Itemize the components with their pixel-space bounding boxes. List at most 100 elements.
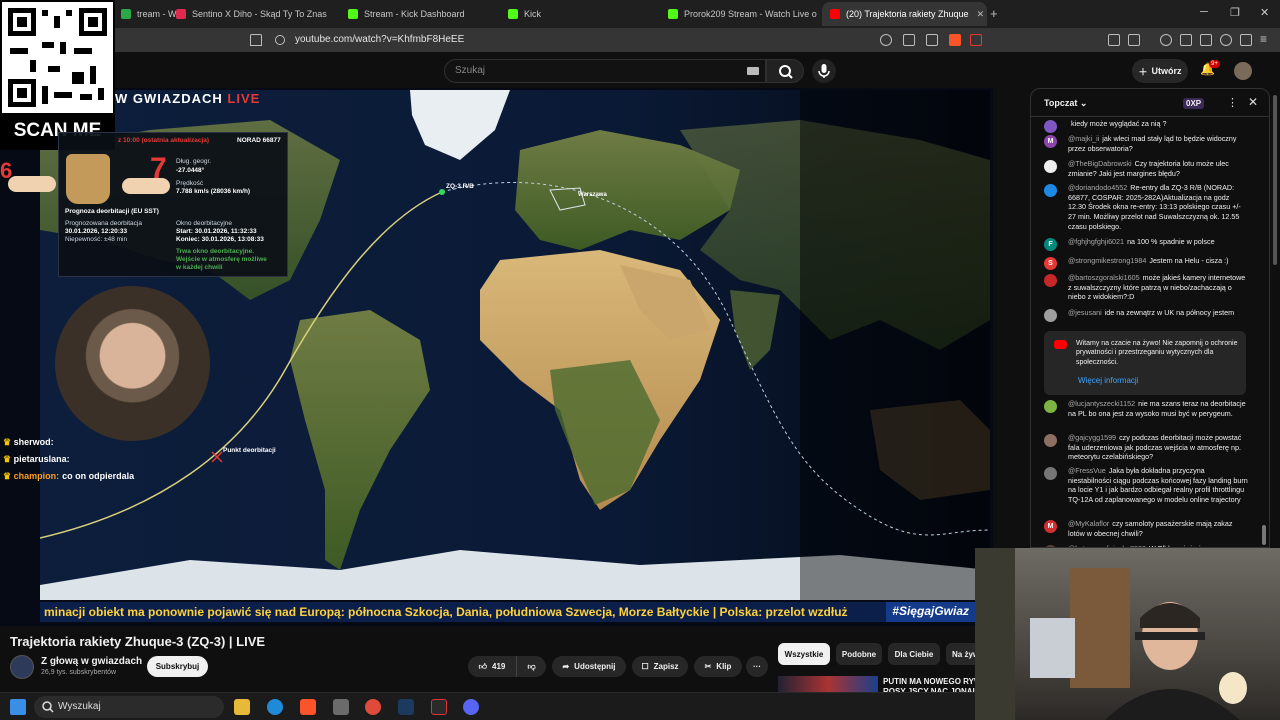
- obs-icon[interactable]: [431, 699, 447, 715]
- browser-tab[interactable]: Stream - Kick Dashboard: [340, 2, 500, 26]
- minimize-button[interactable]: ─: [1200, 6, 1208, 18]
- share-icon[interactable]: [926, 34, 938, 46]
- music-icon[interactable]: [1160, 34, 1172, 46]
- live-word: LIVE: [227, 91, 261, 106]
- browser-tab[interactable]: Prorok209 Stream - Watch Live o: [660, 2, 820, 26]
- subscribe-button[interactable]: Subskrybuj: [147, 656, 208, 677]
- recommendation-title[interactable]: PUTIN MA NOWEGO RYW: [883, 677, 982, 686]
- channel-avatar[interactable]: [10, 655, 34, 679]
- chat-author[interactable]: @doriandodo4552: [1068, 183, 1127, 192]
- address-bar: youtube.com/watch?v=KhfmbF8HeEE ≡: [0, 28, 1280, 52]
- url-field[interactable]: youtube.com/watch?v=KhfmbF8HeEE: [295, 34, 464, 45]
- keyboard-icon[interactable]: [747, 67, 759, 75]
- brave-rewards-icon[interactable]: [970, 34, 982, 46]
- bookmark-icon[interactable]: [250, 34, 262, 46]
- file-explorer-icon[interactable]: [234, 699, 250, 715]
- chat-scrollbar[interactable]: [1262, 525, 1266, 545]
- tab-title: Prorok209 Stream - Watch Live o: [684, 9, 817, 19]
- browser-tab[interactable]: Sentino X Diho - Skąd Ty To Znas: [168, 2, 338, 26]
- tab-favicon-icon: [668, 9, 678, 19]
- search-button[interactable]: [766, 59, 804, 83]
- voice-search-button[interactable]: [812, 59, 836, 83]
- site-info-icon[interactable]: [275, 35, 285, 45]
- cast-icon[interactable]: [903, 34, 915, 46]
- right-hand-icon: [122, 178, 170, 194]
- user-avatar[interactable]: [1234, 62, 1252, 80]
- brave-shield-icon[interactable]: [949, 34, 961, 46]
- scissors-icon: ✂: [704, 662, 712, 671]
- chat-avatar[interactable]: [1044, 160, 1057, 173]
- notice-link[interactable]: Więcej informacji: [1078, 376, 1138, 385]
- new-tab-button[interactable]: +: [990, 6, 998, 21]
- chat-author[interactable]: @jesusani: [1068, 308, 1102, 317]
- windows-start-icon[interactable]: [10, 699, 26, 715]
- discord-icon[interactable]: [463, 699, 479, 715]
- save-button[interactable]: ☐ Zapisz: [632, 656, 688, 677]
- chat-close-icon[interactable]: ✕: [1248, 95, 1258, 109]
- chat-avatar[interactable]: [1044, 120, 1057, 133]
- app-icon[interactable]: [333, 699, 349, 715]
- more-actions-button[interactable]: ···: [746, 656, 768, 677]
- like-button[interactable]: 👍︎ 419: [468, 656, 516, 677]
- share-label: Udostępnij: [574, 662, 616, 671]
- chat-avatar[interactable]: [1044, 184, 1057, 197]
- taskbar-search-input[interactable]: Wyszukaj: [34, 696, 224, 718]
- chip-related[interactable]: Podobne: [836, 643, 882, 665]
- extensions-icon[interactable]: [1108, 34, 1120, 46]
- steam-icon[interactable]: [398, 699, 414, 715]
- chat-author[interactable]: @bartoszgoralski1605: [1068, 273, 1140, 282]
- chip-all[interactable]: Wszystkie: [778, 643, 830, 665]
- sidebar-icon[interactable]: [1180, 34, 1192, 46]
- tab-close-icon[interactable]: ✕: [977, 9, 985, 20]
- screenshot-icon[interactable]: [1128, 34, 1140, 46]
- browser-tab-bar: tream - W Sentino X Diho - Skąd Ty To Zna…: [0, 0, 1280, 28]
- chat-author[interactable]: @majki_ii: [1068, 134, 1099, 143]
- chat-mode-dropdown[interactable]: Topczat ⌄: [1044, 98, 1087, 109]
- chat-avatar[interactable]: [1044, 400, 1057, 413]
- chat-author[interactable]: @FressVue: [1068, 466, 1106, 475]
- chat-author[interactable]: @lucjantyszecki1152: [1068, 399, 1135, 408]
- channel-name[interactable]: Z głową w gwiazdach: [41, 656, 142, 667]
- chrome-icon[interactable]: [365, 699, 381, 715]
- chat-avatar[interactable]: [1044, 309, 1057, 322]
- chat-author[interactable]: @MyKalaflor: [1068, 519, 1109, 528]
- chat-author[interactable]: @TheBigDabrowski: [1068, 159, 1132, 168]
- browser-tab[interactable]: (20) Trajektoria rakiety Zhuque ✕: [822, 2, 987, 26]
- chat-more-icon[interactable]: ⋮: [1227, 96, 1238, 109]
- chat-avatar[interactable]: M: [1044, 520, 1057, 533]
- tab-title: (20) Trajektoria rakiety Zhuque: [846, 9, 969, 19]
- chip-for-you[interactable]: Dla Ciebie: [888, 643, 940, 665]
- chat-author[interactable]: @strongmikestrong1984: [1068, 256, 1146, 265]
- chat-author[interactable]: @gajcygg1599: [1068, 433, 1116, 442]
- chat-avatar[interactable]: S: [1044, 257, 1057, 270]
- share-button[interactable]: ➦ Udostępnij: [552, 656, 626, 677]
- leo-ai-icon[interactable]: [1220, 34, 1232, 46]
- tab-favicon-icon: [348, 9, 358, 19]
- qr-code-image: [2, 2, 113, 113]
- vpn-icon[interactable]: [1240, 34, 1252, 46]
- search-input[interactable]: Szukaj: [444, 59, 766, 83]
- chat-text: kiedy może wyglądać za nią ?: [1071, 119, 1167, 128]
- close-window-button[interactable]: ✕: [1260, 6, 1269, 19]
- browser-tab[interactable]: Kick: [500, 2, 660, 26]
- wallet-icon[interactable]: [1200, 34, 1212, 46]
- maximize-button[interactable]: ❐: [1230, 6, 1240, 19]
- zoom-icon[interactable]: [880, 34, 892, 46]
- chat-author[interactable]: @fghjhgfghji6021: [1068, 237, 1124, 246]
- info-long-label: Dług. geogr.: [176, 158, 212, 165]
- brave-icon[interactable]: [300, 699, 316, 715]
- xp-badge[interactable]: 0XP: [1183, 98, 1205, 109]
- page-scrollbar[interactable]: [1273, 95, 1277, 265]
- chat-avatar[interactable]: [1044, 434, 1057, 447]
- create-button[interactable]: ＋ Utwórz: [1132, 59, 1188, 83]
- plus-icon: ＋: [1138, 66, 1148, 77]
- menu-icon[interactable]: ≡: [1260, 32, 1272, 46]
- tab-title: Kick: [524, 9, 542, 19]
- dislike-button[interactable]: 👎︎: [516, 656, 546, 677]
- chat-avatar[interactable]: M: [1044, 135, 1057, 148]
- chat-avatar[interactable]: F: [1044, 238, 1057, 251]
- edge-icon[interactable]: [267, 699, 283, 715]
- chat-avatar[interactable]: [1044, 274, 1057, 287]
- clip-button[interactable]: ✂ Klip: [694, 656, 742, 677]
- chat-avatar[interactable]: [1044, 467, 1057, 480]
